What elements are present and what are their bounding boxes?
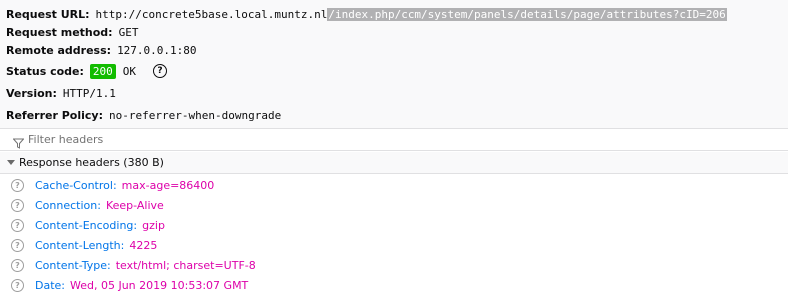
header-name: Content-Length: (35, 238, 125, 252)
status-text: OK (122, 64, 137, 78)
remote-address-value: 127.0.0.1:80 (117, 43, 197, 57)
header-value: text/html; charset=UTF-8 (115, 258, 256, 272)
header-row[interactable]: ? Content-Type: text/html; charset=UTF-8 (0, 255, 788, 275)
header-row[interactable]: ? Content-Length: 4225 (0, 235, 788, 255)
filter-headers-bar (0, 128, 788, 151)
remote-address-label: Remote address: (6, 43, 112, 57)
remote-address-row: Remote address: 127.0.0.1:80 (6, 40, 197, 60)
header-value: Wed, 05 Jun 2019 10:53:07 GMT (70, 278, 249, 292)
funnel-icon (12, 134, 25, 149)
filter-headers-input[interactable] (28, 133, 528, 146)
request-summary-panel: Request URL: http://concrete5base.local.… (0, 0, 788, 128)
expand-triangle-icon (7, 160, 15, 165)
referrer-policy-value: no-referrer-when-downgrade (109, 108, 282, 122)
header-value: Keep-Alive (105, 198, 164, 212)
header-value: max-age=86400 (121, 178, 215, 192)
header-name: Content-Type: (35, 258, 111, 272)
help-icon[interactable]: ? (11, 218, 24, 232)
header-row[interactable]: ? Content-Encoding: gzip (0, 215, 788, 235)
header-row[interactable]: ? Date: Wed, 05 Jun 2019 10:53:07 GMT (0, 275, 788, 295)
status-help-icon[interactable]: ? (153, 64, 168, 78)
referrer-policy-label: Referrer Policy: (6, 108, 103, 122)
status-code-row: Status code: 200 OK ? (6, 61, 168, 81)
header-name: Content-Encoding: (35, 218, 138, 232)
request-method-value: GET (118, 25, 139, 39)
version-row: Version: HTTP/1.1 (6, 83, 116, 103)
help-icon[interactable]: ? (11, 258, 24, 272)
help-icon[interactable]: ? (11, 238, 24, 252)
response-headers-toggle[interactable]: Response headers (380 B) (0, 152, 788, 174)
version-value: HTTP/1.1 (62, 86, 116, 100)
header-name: Date: (35, 278, 65, 292)
request-url-path-selected[interactable]: /index.php/ccm/system/panels/details/pag… (327, 7, 727, 21)
status-code-label: Status code: (6, 64, 84, 78)
referrer-policy-row: Referrer Policy: no-referrer-when-downgr… (6, 105, 281, 125)
header-name: Cache-Control: (35, 178, 117, 192)
request-url-base[interactable]: http://concrete5base.local.muntz.nl (96, 8, 328, 21)
header-value: 4225 (129, 238, 158, 252)
help-icon[interactable]: ? (11, 278, 24, 292)
request-method-label: Request method: (6, 25, 113, 39)
help-icon[interactable]: ? (11, 198, 24, 212)
request-url-label: Request URL: (6, 7, 90, 21)
help-icon[interactable]: ? (11, 178, 24, 192)
request-url-row: Request URL: http://concrete5base.local.… (6, 4, 727, 24)
header-row[interactable]: ? Connection: Keep-Alive (0, 195, 788, 215)
header-value: gzip (142, 218, 165, 232)
request-method-row: Request method: GET (6, 22, 138, 42)
version-label: Version: (6, 86, 57, 100)
response-headers-title: Response headers (380 B) (19, 156, 164, 169)
header-name: Connection: (35, 198, 101, 212)
header-row[interactable]: ? Cache-Control: max-age=86400 (0, 175, 788, 195)
status-badge: 200 (89, 63, 116, 79)
